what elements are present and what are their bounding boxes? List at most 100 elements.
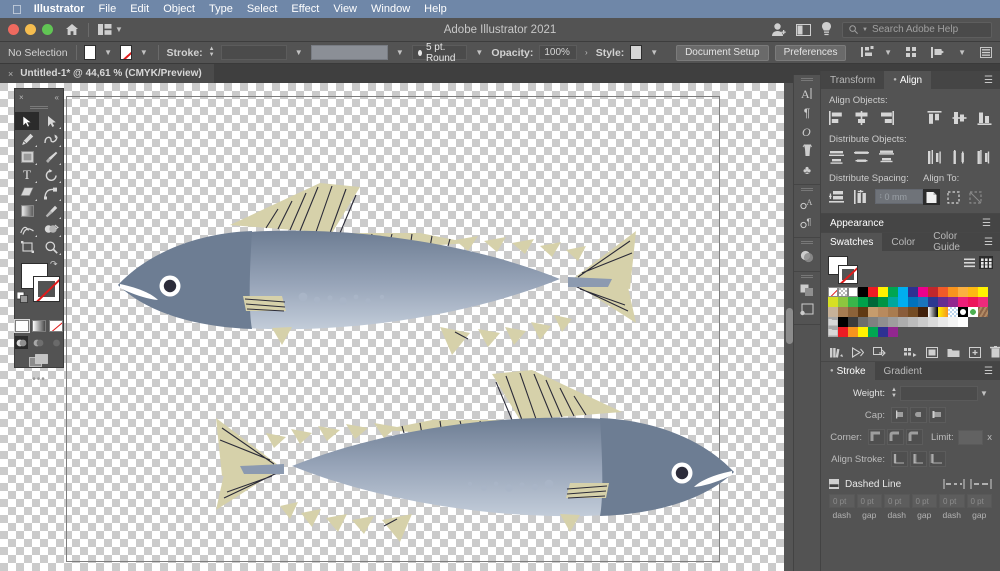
bevel-join-button[interactable]	[905, 429, 923, 445]
swatch-color-group-folder[interactable]	[828, 317, 838, 327]
swatch-color[interactable]	[908, 307, 918, 317]
horizontal-distribute-right-button[interactable]	[977, 150, 992, 164]
stroke-limit-field[interactable]	[957, 429, 984, 445]
swatch-color[interactable]	[848, 307, 858, 317]
swatch-color[interactable]	[838, 307, 848, 317]
scrollbar-thumb[interactable]	[786, 308, 793, 344]
swatch-color[interactable]	[898, 297, 908, 307]
maximize-window-button[interactable]	[42, 24, 53, 35]
stroke-weight-stepper[interactable]: ▲ ▼	[209, 46, 215, 58]
pathfinder-panel-icon[interactable]	[794, 281, 820, 300]
swatch-color[interactable]	[948, 287, 958, 297]
character-panel-icon[interactable]: A	[794, 84, 820, 103]
type-tool[interactable]: T	[15, 166, 39, 184]
tab-gradient[interactable]: Gradient	[875, 362, 931, 380]
swatches-stroke-box[interactable]	[838, 265, 858, 284]
swatch-color[interactable]	[958, 317, 968, 327]
panel-menu-icon[interactable]: ☰	[982, 218, 991, 229]
tab-swatches[interactable]: Swatches	[821, 233, 883, 251]
swatch-color-group-folder[interactable]	[828, 327, 838, 337]
dash-value-field[interactable]: 0 pt	[939, 494, 965, 508]
round-cap-button[interactable]	[910, 407, 927, 423]
tab-align[interactable]: ● Align	[884, 71, 932, 89]
swatch-color[interactable]	[968, 297, 978, 307]
tab-color[interactable]: Color	[882, 233, 924, 251]
align-stroke-outside-button[interactable]	[929, 451, 946, 467]
swatch-color[interactable]	[888, 307, 898, 317]
blend-tool[interactable]	[15, 220, 39, 238]
swatch-color[interactable]	[828, 307, 838, 317]
menu-view[interactable]: View	[333, 3, 357, 15]
change-screen-mode-icon[interactable]	[15, 354, 63, 369]
collapse-icon[interactable]: «	[55, 93, 59, 102]
vertical-distribute-top-button[interactable]	[829, 150, 844, 164]
vertical-distribute-center-button[interactable]	[854, 150, 869, 164]
fill-color-swatch[interactable]	[84, 45, 97, 60]
swatch-pattern-dots[interactable]	[948, 307, 958, 317]
stroke-weight-field[interactable]	[220, 45, 287, 60]
vertical-align-middle-button[interactable]	[952, 111, 967, 125]
swatch-gradient-yellow[interactable]	[938, 307, 948, 317]
panel-toggle-icon[interactable]	[796, 23, 811, 36]
new-swatch-icon[interactable]	[969, 346, 981, 358]
swatch-color[interactable]	[898, 317, 908, 327]
swatch-color[interactable]	[938, 297, 948, 307]
align-to-selection-button[interactable]	[923, 189, 940, 205]
menu-help[interactable]: Help	[424, 3, 447, 15]
swatch-color[interactable]	[878, 307, 888, 317]
swatch-color[interactable]	[868, 297, 878, 307]
close-icon[interactable]: ×	[8, 69, 13, 79]
chevron-down-icon[interactable]: ▼	[473, 48, 485, 57]
align-to-artboard-button[interactable]	[967, 189, 984, 205]
document-setup-button[interactable]: Document Setup	[676, 44, 769, 61]
align-options-icon[interactable]	[861, 46, 876, 59]
vertical-distribute-space-button[interactable]	[829, 190, 844, 204]
vertical-align-top-button[interactable]	[927, 111, 942, 125]
swatch-libraries-icon[interactable]	[830, 347, 843, 358]
tab-color-guide[interactable]: Color Guide	[924, 231, 977, 253]
brush-definition-dropdown[interactable]: 5 pt. Round	[411, 42, 468, 64]
swatch-color[interactable]	[938, 317, 948, 327]
align-stroke-center-button[interactable]	[891, 451, 908, 467]
swatch-color[interactable]	[928, 287, 938, 297]
stroke-weight-field[interactable]	[899, 386, 978, 401]
zoom-tool[interactable]	[39, 238, 63, 256]
swatch-color[interactable]	[908, 297, 918, 307]
transparency-panel-icon[interactable]	[794, 247, 820, 266]
fish-bottom[interactable]	[216, 370, 734, 542]
document-tab[interactable]: × Untitled-1* @ 44,61 % (CMYK/Preview)	[0, 64, 214, 83]
swatch-pattern-leaf[interactable]	[968, 307, 978, 317]
swatch-color[interactable]	[908, 287, 918, 297]
dash-value-field[interactable]: 0 pt	[856, 494, 882, 508]
projecting-cap-button[interactable]	[929, 407, 946, 423]
user-account-icon[interactable]	[771, 22, 786, 37]
swatch-color[interactable]	[918, 307, 928, 317]
swatch-color[interactable]	[918, 297, 928, 307]
opacity-options-arrow[interactable]: ›	[583, 48, 590, 57]
swatch-gradient-bw[interactable]	[928, 307, 938, 317]
horizontal-distribute-center-button[interactable]	[952, 150, 967, 164]
tab-transform[interactable]: Transform	[821, 71, 884, 89]
paintbrush-tool[interactable]	[39, 148, 63, 166]
glyphs-panel-icon[interactable]: O	[794, 122, 820, 141]
new-color-group-icon[interactable]	[904, 347, 917, 358]
swatch-color[interactable]	[968, 287, 978, 297]
opacity-field[interactable]: 100%	[539, 45, 578, 60]
menu-window[interactable]: Window	[371, 3, 410, 15]
delete-icon[interactable]	[990, 346, 1000, 358]
curvature-tool[interactable]	[39, 130, 63, 148]
panel-grip[interactable]	[801, 188, 813, 191]
swatch-color[interactable]	[828, 297, 838, 307]
chevron-down-icon[interactable]: ▼	[882, 48, 894, 57]
distribute-spacing-field[interactable]: ↕ 0 mm	[875, 189, 923, 204]
chevron-down-icon[interactable]: ▼	[102, 48, 114, 57]
draw-normal-button[interactable]	[15, 336, 29, 349]
none-fill-button[interactable]	[49, 320, 63, 332]
home-icon[interactable]	[65, 23, 79, 36]
swatch-color[interactable]	[888, 327, 898, 337]
discover-bulb-icon[interactable]	[821, 22, 832, 37]
swatch-color[interactable]	[908, 317, 918, 327]
swatch-color[interactable]	[858, 297, 868, 307]
paragraph-panel-icon[interactable]: ¶	[794, 103, 820, 122]
menu-type[interactable]: Type	[209, 3, 233, 15]
